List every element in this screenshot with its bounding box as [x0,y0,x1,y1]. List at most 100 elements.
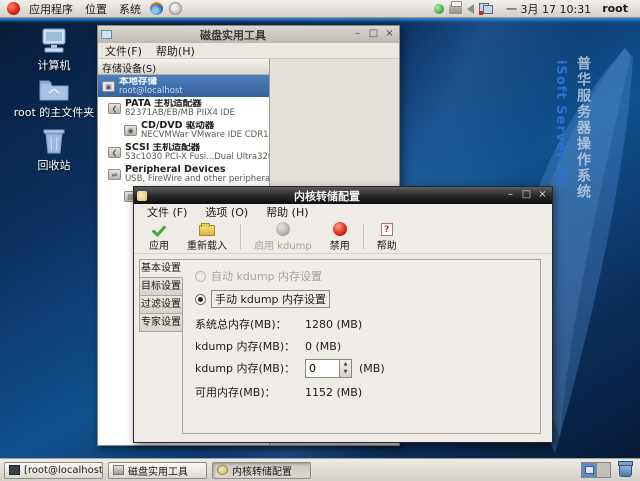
clock[interactable]: 一 3月 17 10:31 [506,1,591,17]
enable-kdump-icon [276,222,290,236]
device-row-scsi-adapter[interactable]: ❮ SCSI 主机适配器 53c1030 PCI-X Fusi...Dual U… [98,141,269,163]
device-detail: 82371AB/EB/MB PIIX4 IDE [125,109,235,118]
lock-screen-icon[interactable] [169,2,182,15]
auto-kdump-memory-label: 自动 kdump 内存设置 [211,268,322,284]
minimize-button[interactable]: – [504,189,517,202]
taskbar-trash-icon[interactable] [619,463,632,477]
network-icon[interactable] [479,3,493,14]
user-indicator[interactable]: root [602,2,628,15]
taskbar-button-kdump[interactable]: 内核转储配置 [212,462,311,479]
wallpaper-brand-cn: 普华服务器操作系统 [573,56,593,200]
disable-icon [333,222,347,236]
minimize-button[interactable]: – [351,28,364,41]
cdrom-icon: ◉ [124,125,137,136]
radio-icon [195,294,206,305]
taskbar-button-label: [root@localhost: ~] [24,465,103,476]
toolbar-separator [363,224,364,250]
menu-applications[interactable]: 应用程序 [23,1,79,17]
tab-basic-settings[interactable]: 基本设置 [139,259,183,278]
spinner-arrows[interactable]: ▲ ▼ [339,359,352,378]
menu-help[interactable]: 帮助(H) [149,43,202,59]
kdump-titlebar[interactable]: 内核转储配置 – □ × [134,187,552,204]
maximize-button[interactable]: □ [367,28,380,41]
computer-icon: ▣ [102,81,115,92]
device-detail: USB, FireWire and other peripherals [125,175,269,184]
toolbar-separator [240,224,241,250]
apply-button[interactable]: 应用 [140,221,178,253]
disable-button[interactable]: 禁用 [321,221,359,253]
menu-places[interactable]: 位置 [79,1,113,17]
available-memory-label: 可用内存(MB)： [195,384,297,400]
auto-kdump-memory-radio: 自动 kdump 内存设置 [195,266,540,286]
kdump-settings-tabs: 基本设置 目标设置 过滤设置 专家设置 [139,259,183,331]
spin-up-icon[interactable]: ▲ [340,360,351,369]
enable-kdump-button: 启用 kdump [245,221,321,253]
tab-expert-settings[interactable]: 专家设置 [139,313,183,332]
desktop-icon-trash[interactable]: 回收站 [6,128,102,173]
kdump-title: 内核转储配置 [150,188,504,204]
computer-icon [39,28,69,55]
manual-kdump-memory-radio[interactable]: 手动 kdump 内存设置 [195,289,540,309]
folder-icon [38,78,70,102]
help-icon: ? [381,223,393,236]
menu-system[interactable]: 系统 [113,1,147,17]
distro-logo-icon[interactable] [7,2,20,15]
printer-tray-icon[interactable] [449,4,462,14]
tab-target-settings[interactable]: 目标设置 [139,277,183,296]
kdump-memory-input[interactable] [305,359,339,378]
device-row-pata-adapter[interactable]: ❮ PATA 主机适配器 82371AB/EB/MB PIIX4 IDE [98,97,269,119]
disk-utility-menubar: 文件(F) 帮助(H) [98,43,399,59]
menu-file[interactable]: 文件 (F) [138,204,196,220]
device-detail: 53c1030 PCI-X Fusi...Dual Ultra320 SCSI [125,153,269,162]
menu-help[interactable]: 帮助 (H) [257,204,317,220]
available-memory-value: 1152 (MB) [305,386,362,399]
device-row-peripherals[interactable]: ⇌ Peripheral Devices USB, FireWire and o… [98,163,269,185]
help-button[interactable]: ? 帮助 [368,221,406,253]
kdump-icon [217,465,228,475]
system-tray: 一 3月 17 10:31 root [434,1,636,17]
desktop-icon-label: 计算机 [38,59,71,72]
disk-utility-app-icon [101,30,112,39]
available-memory-row: 可用内存(MB)： 1152 (MB) [195,381,540,403]
firefox-launcher-icon[interactable] [150,2,163,15]
total-memory-row: 系统总内存(MB)： 1280 (MB) [195,313,540,335]
usb-icon: ⇌ [108,169,121,180]
reload-label: 重新载入 [187,237,227,252]
close-button[interactable]: × [536,189,549,202]
kdump-memory-input-label: kdump 内存(MB)： [195,360,297,376]
status-green-icon[interactable] [434,4,444,14]
taskbar-button-label: 内核转储配置 [232,463,292,478]
desktop-icon-home[interactable]: root 的主文件夹 [6,78,102,120]
volume-icon[interactable] [467,4,474,14]
apply-label: 应用 [149,237,169,252]
basic-settings-page: 自动 kdump 内存设置 手动 kdump 内存设置 系统总内存(MB)： 1… [182,259,541,434]
host-adapter-icon: ❮ [108,147,121,158]
taskbar-button-terminal[interactable]: [root@localhost: ~] [4,462,103,479]
workspace-2[interactable] [596,463,610,477]
taskbar-button-disk-utility[interactable]: 磁盘实用工具 [108,462,207,479]
reload-folder-icon [199,225,215,236]
maximize-button[interactable]: □ [520,189,533,202]
kdump-menubar: 文件 (F) 选项 (O) 帮助 (H) [134,204,552,220]
taskbar: [root@localhost: ~] 磁盘实用工具 内核转储配置 [0,458,640,481]
spin-down-icon[interactable]: ▼ [340,368,351,377]
desktop: iSoft Server OS 普华服务器操作系统 计算机 root 的主文件夹… [0,18,640,458]
tab-filter-settings[interactable]: 过滤设置 [139,295,183,314]
total-memory-label: 系统总内存(MB)： [195,316,297,332]
menu-file[interactable]: 文件(F) [98,43,149,59]
workspace-switcher [581,462,611,478]
kdump-memory-input-row: kdump 内存(MB)： ▲ ▼ (MB) [195,357,540,379]
kdump-memory-input-unit: (MB) [359,362,385,375]
device-row-local-storage[interactable]: ▣ 本地存储 root@localhost [98,75,269,97]
kdump-app-icon [137,191,147,201]
menu-options[interactable]: 选项 (O) [196,204,257,220]
storage-device-header[interactable]: 存储设备(S) [98,59,269,75]
disk-utility-titlebar[interactable]: 磁盘实用工具 – □ × [98,26,399,43]
reload-button[interactable]: 重新载入 [178,221,236,253]
desktop-icon-computer[interactable]: 计算机 [6,28,102,73]
manual-kdump-memory-label: 手动 kdump 内存设置 [211,290,330,308]
device-row-cdrom[interactable]: ◉ CD/DVD 驱动器 NECVMWar VMware IDE CDR10 [98,119,269,141]
workspace-1[interactable] [582,463,596,477]
close-button[interactable]: × [383,28,396,41]
help-label: 帮助 [377,237,397,252]
